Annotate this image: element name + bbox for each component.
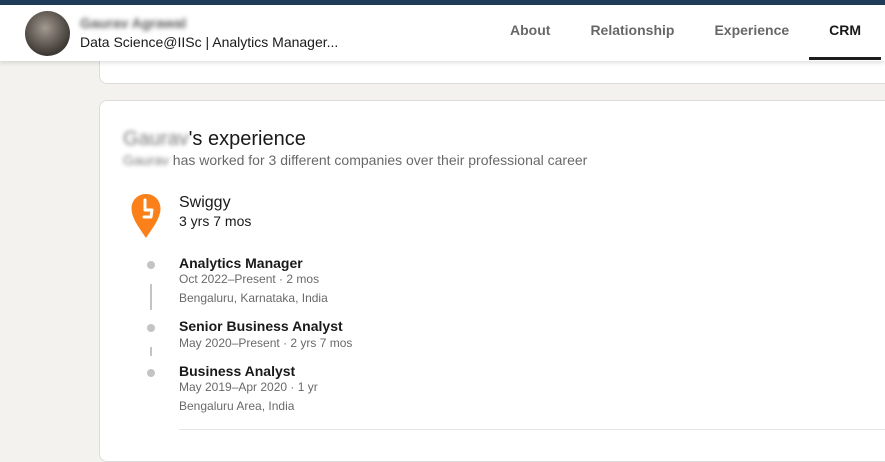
role-title: Business Analyst <box>179 363 296 379</box>
role-location: Bengaluru, Karnataka, India <box>179 291 328 305</box>
tab-about[interactable]: About <box>490 5 570 61</box>
tab-bar: About Relationship Experience CRM <box>490 5 881 61</box>
timeline-dot <box>147 369 155 377</box>
experience-summary-name: Gaurav <box>123 152 169 168</box>
timeline-dot <box>147 261 155 269</box>
avatar[interactable] <box>25 11 70 56</box>
tab-relationship[interactable]: Relationship <box>570 5 694 61</box>
tab-crm[interactable]: CRM <box>809 5 881 61</box>
timeline-connector <box>150 284 152 310</box>
role-dates: May 2020–Present · 2 yrs 7 mos <box>179 336 353 350</box>
role-dates: Oct 2022–Present · 2 mos <box>179 272 320 286</box>
role-location: Bengaluru Area, India <box>179 399 295 413</box>
tab-experience[interactable]: Experience <box>694 5 809 61</box>
section-divider <box>179 429 885 430</box>
role-title: Senior Business Analyst <box>179 318 343 334</box>
company-duration: 3 yrs 7 mos <box>179 213 252 229</box>
experience-heading-suffix: 's experience <box>188 128 306 150</box>
role-dates: May 2019–Apr 2020 · 1 yr <box>179 380 318 394</box>
experience-summary-text: has worked for 3 different companies ove… <box>168 152 588 168</box>
experience-summary: Gaurav has worked for 3 different compan… <box>123 152 587 168</box>
company-name[interactable]: Swiggy <box>179 194 231 212</box>
profile-headline: Data Science@IISc | Analytics Manager... <box>80 34 339 50</box>
profile-name: Gaurav Agrawal <box>80 15 187 31</box>
experience-heading: Gaurav's experience <box>123 128 306 151</box>
profile-header: Gaurav Agrawal Data Science@IISc | Analy… <box>0 5 885 61</box>
experience-card: Gaurav's experience Gaurav has worked fo… <box>99 100 885 462</box>
role-title: Analytics Manager <box>179 255 303 271</box>
experience-heading-name: Gaurav <box>123 128 189 150</box>
swiggy-logo-icon[interactable] <box>130 193 162 239</box>
timeline-dot <box>147 324 155 332</box>
timeline-connector <box>150 347 152 356</box>
